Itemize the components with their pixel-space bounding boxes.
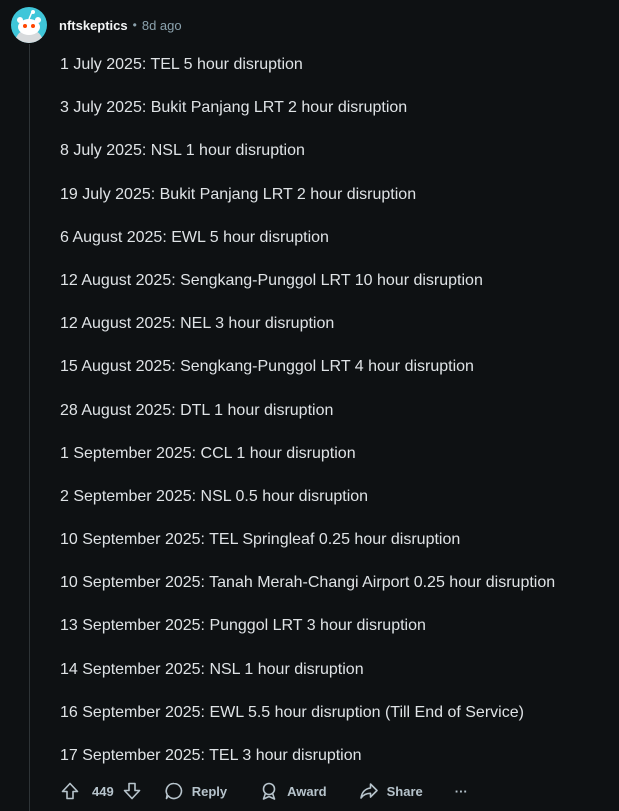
comment-line: 19 July 2025: Bukit Panjang LRT 2 hour d… <box>60 185 417 203</box>
comment-line: 16 September 2025: EWL 5.5 hour disrupti… <box>60 703 524 721</box>
comment-header: nftskeptics • 8d ago <box>11 7 182 43</box>
award-ribbon-icon <box>262 782 276 800</box>
comment-actions: 449 Reply Award Share ··· <box>52 774 478 808</box>
comment-line: 12 August 2025: Sengkang-Punggol LRT 10 … <box>60 271 483 289</box>
timestamp[interactable]: 8d ago <box>142 18 182 33</box>
share-button[interactable]: Share <box>351 775 431 807</box>
vote-group: 449 <box>52 781 146 801</box>
share-label: Share <box>386 783 423 799</box>
username[interactable]: nftskeptics <box>59 18 128 33</box>
comment-line: 10 September 2025: TEL Springleaf 0.25 h… <box>60 531 461 549</box>
comment-body: 1 July 2025: TEL 5 hour disruption 3 Jul… <box>60 52 615 786</box>
comment-line: 10 September 2025: Tanah Merah-Changi Ai… <box>60 574 556 592</box>
comment-line: 12 August 2025: NEL 3 hour disruption <box>60 315 335 333</box>
avatar[interactable] <box>11 7 47 43</box>
comment-line: 28 August 2025: DTL 1 hour disruption <box>60 401 334 419</box>
meta-separator: • <box>132 18 137 32</box>
comment-line: 6 August 2025: EWL 5 hour disruption <box>60 228 329 246</box>
thread-line[interactable] <box>29 44 30 811</box>
more-options-button[interactable]: ··· <box>445 775 478 807</box>
comment-line: 1 September 2025: CCL 1 hour disruption <box>60 444 356 462</box>
upvote-button[interactable] <box>60 781 80 801</box>
vote-count: 449 <box>92 783 114 799</box>
downvote-arrow-icon <box>123 782 141 800</box>
comment-line: 14 September 2025: NSL 1 hour disruption <box>60 660 364 678</box>
downvote-button[interactable] <box>122 781 142 801</box>
comment-line: 8 July 2025: NSL 1 hour disruption <box>60 142 305 160</box>
comment-line: 3 July 2025: Bukit Panjang LRT 2 hour di… <box>60 99 408 117</box>
more-options-icon: ··· <box>454 783 468 799</box>
reply-label: Reply <box>191 783 228 799</box>
comment-line: 15 August 2025: Sengkang-Punggol LRT 4 h… <box>60 358 474 376</box>
comment-line: 1 July 2025: TEL 5 hour disruption <box>60 56 303 73</box>
comment-line: 13 September 2025: Punggol LRT 3 hour di… <box>60 617 426 635</box>
upvote-arrow-icon <box>61 782 79 800</box>
snoo-avatar-icon <box>15 10 43 43</box>
reply-button[interactable]: Reply <box>156 775 235 807</box>
award-label: Award <box>287 783 327 799</box>
award-button[interactable]: Award <box>251 775 335 807</box>
speech-bubble-icon <box>165 782 182 800</box>
share-arrow-icon <box>359 783 378 799</box>
comment-line: 2 September 2025: NSL 0.5 hour disruptio… <box>60 487 369 505</box>
